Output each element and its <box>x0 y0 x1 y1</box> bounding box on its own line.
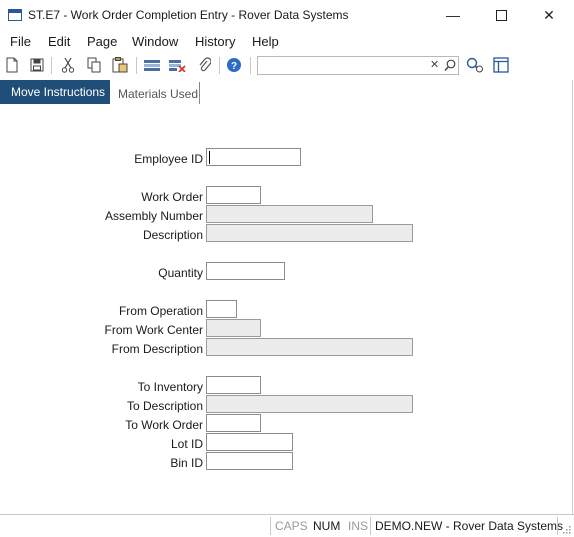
ins-indicator: INS <box>348 519 369 533</box>
from-description-label: From Description <box>111 342 203 356</box>
maximize-button[interactable] <box>478 0 524 30</box>
employee-id-field[interactable] <box>206 148 301 166</box>
tab-bar: Move Instructions Materials Used <box>0 80 574 104</box>
to-inventory-field[interactable] <box>206 376 261 394</box>
text-cursor <box>209 151 210 164</box>
resize-grip-icon[interactable] <box>561 524 571 534</box>
lot-id-label: Lot ID <box>170 437 203 451</box>
description-field <box>206 224 413 242</box>
to-inventory-label: To Inventory <box>137 380 203 394</box>
tab-materials-used[interactable]: Materials Used <box>112 82 200 104</box>
window-title: ST.E7 - Work Order Completion Entry - Ro… <box>28 8 349 22</box>
status-separator <box>270 517 271 535</box>
maximize-icon <box>495 9 507 21</box>
to-description-field <box>206 395 413 413</box>
from-operation-field[interactable] <box>206 300 237 318</box>
status-bar: CAPS NUM INS DEMO.NEW - Rover Data Syste… <box>0 514 574 537</box>
description-label: Description <box>142 228 203 242</box>
menu-edit[interactable]: Edit <box>48 34 70 49</box>
toolbar-separator <box>219 57 220 74</box>
minimize-icon: — <box>446 7 460 23</box>
toolbar-search-box[interactable]: ✕ <box>257 56 459 75</box>
menu-bar: File Edit Page Window History Help <box>0 32 574 52</box>
to-work-order-field[interactable] <box>206 414 261 432</box>
close-icon: ✕ <box>543 6 555 23</box>
assembly-number-label: Assembly Number <box>104 209 203 223</box>
paste-icon[interactable] <box>111 56 129 74</box>
num-indicator: NUM <box>313 519 341 533</box>
menu-help[interactable]: Help <box>252 34 279 49</box>
toolbar-separator <box>136 57 137 74</box>
from-work-center-label: From Work Center <box>104 323 203 337</box>
toolbar: ? ✕ <box>0 54 574 78</box>
find-icon[interactable] <box>466 56 484 74</box>
menu-window[interactable]: Window <box>132 34 178 49</box>
search-clear-icon[interactable]: ✕ <box>430 58 439 71</box>
from-work-center-field <box>206 319 261 337</box>
layout-icon[interactable] <box>492 56 510 74</box>
menu-page[interactable]: Page <box>87 34 117 49</box>
work-order-label: Work Order <box>141 190 203 204</box>
insert-row-icon[interactable] <box>143 56 161 74</box>
save-icon[interactable] <box>28 56 46 74</box>
employee-id-label: Employee ID <box>134 152 203 166</box>
from-description-field <box>206 338 413 356</box>
help-icon[interactable]: ? <box>225 56 243 74</box>
status-separator <box>370 517 371 535</box>
delete-row-icon[interactable] <box>168 56 186 74</box>
caps-indicator: CAPS <box>275 519 308 533</box>
close-button[interactable]: ✕ <box>526 0 572 30</box>
minimize-button[interactable]: — <box>430 0 476 30</box>
account-status: DEMO.NEW - Rover Data Systems <box>375 519 564 533</box>
content-border <box>572 80 573 514</box>
quantity-label: Quantity <box>158 266 203 280</box>
menu-history[interactable]: History <box>195 34 235 49</box>
assembly-number-field <box>206 205 373 223</box>
copy-icon[interactable] <box>85 56 103 74</box>
menu-file[interactable]: File <box>10 34 31 49</box>
search-icon[interactable] <box>444 59 456 72</box>
bin-id-field[interactable] <box>206 452 293 470</box>
svg-text:?: ? <box>231 61 237 72</box>
app-window-icon <box>8 9 22 21</box>
from-operation-label: From Operation <box>118 304 203 318</box>
toolbar-separator <box>250 57 251 74</box>
tab-move-instructions[interactable]: Move Instructions <box>0 80 110 104</box>
status-separator <box>557 517 558 535</box>
toolbar-search-input[interactable] <box>261 58 431 73</box>
bin-id-label: Bin ID <box>170 456 203 470</box>
new-icon[interactable] <box>3 56 21 74</box>
work-order-field[interactable] <box>206 186 261 204</box>
toolbar-separator <box>51 57 52 74</box>
cut-icon[interactable] <box>59 56 77 74</box>
title-bar: ST.E7 - Work Order Completion Entry - Ro… <box>0 0 574 30</box>
quantity-field[interactable] <box>206 262 285 280</box>
to-work-order-label: To Work Order <box>125 418 203 432</box>
attach-icon[interactable] <box>195 56 213 74</box>
to-description-label: To Description <box>126 399 203 413</box>
lot-id-field[interactable] <box>206 433 293 451</box>
